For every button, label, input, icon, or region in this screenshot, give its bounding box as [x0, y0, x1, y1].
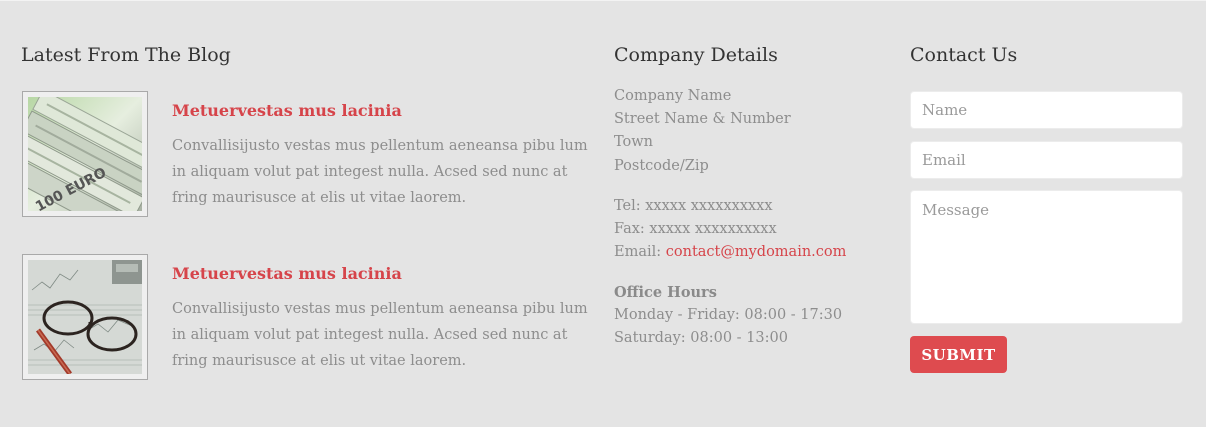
office-hours: Office Hours Monday - Friday: 08:00 - 17… [614, 281, 842, 351]
post-title-link[interactable]: Metuervestas mus lacinia [172, 101, 402, 120]
company-section-title: Company Details [614, 44, 778, 66]
town: Town [614, 134, 654, 151]
saturday-hours: Saturday: 08:00 - 13:00 [614, 330, 788, 347]
weekday-hours: Monday - Friday: 08:00 - 17:30 [614, 307, 843, 324]
post-title-link[interactable]: Metuervestas mus lacinia [172, 264, 402, 283]
name-input[interactable] [910, 91, 1183, 129]
company-name: Company Name [614, 88, 732, 104]
tel-number: Tel: xxxxx xxxxxxxxxx [614, 198, 773, 214]
street-address: Street Name & Number [614, 111, 791, 128]
email-link[interactable]: contact@mydomain.com [666, 244, 847, 260]
post-thumbnail-glasses-charts[interactable] [22, 254, 148, 380]
company-address: Company Name Street Name & Number Town P… [614, 85, 791, 178]
email-label: Email: [614, 244, 662, 261]
glasses-pen-charts-image [28, 260, 142, 374]
blog-post: Metuervestas mus lacinia Convallisijusto… [21, 254, 591, 382]
email-input[interactable] [910, 141, 1183, 179]
blog-section-title: Latest From The Blog [21, 44, 231, 66]
postcode: Postcode/Zip [614, 157, 709, 174]
contact-section-title: Contact Us [910, 44, 1018, 66]
message-textarea[interactable] [910, 190, 1183, 324]
top-divider [0, 0, 1206, 1]
euro-banknotes-image: 100 EURO [28, 97, 142, 211]
fax-number: Fax: xxxxx xxxxxxxxxx [614, 221, 777, 238]
office-hours-title: Office Hours [614, 284, 717, 301]
post-excerpt: Convallisijusto vestas mus pellentum aen… [172, 138, 588, 206]
company-contact-info: Tel: xxxxx xxxxxxxxxx Fax: xxxxx xxxxxxx… [614, 195, 846, 265]
post-excerpt: Convallisijusto vestas mus pellentum aen… [172, 301, 588, 369]
post-thumbnail-euro-banknotes[interactable]: 100 EURO [22, 91, 148, 217]
submit-button[interactable]: SUBMIT [910, 336, 1007, 373]
blog-post: 100 EURO Metuervestas mus lacinia Conval… [21, 91, 591, 219]
email-line: Email: contact@mydomain.com [614, 241, 846, 264]
